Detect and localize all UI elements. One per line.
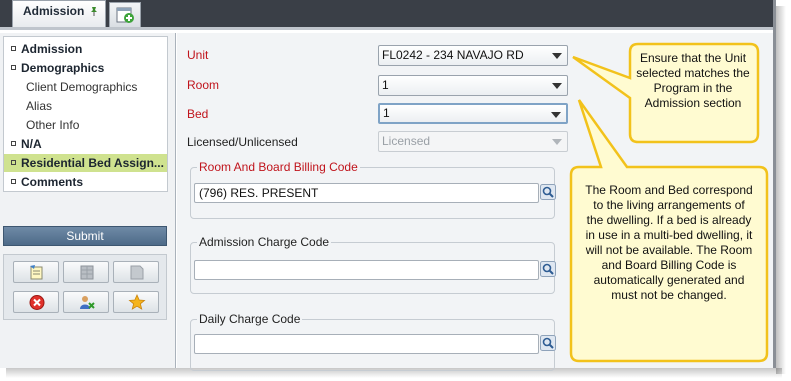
daily-charge-label: Daily Charge Code: [197, 312, 303, 326]
daily-charge-field[interactable]: [194, 334, 539, 354]
bullet-icon: [11, 179, 16, 185]
add-tab-icon: [116, 7, 134, 23]
left-panel: Admission Demographics Client Demographi…: [0, 33, 176, 368]
tab-admission[interactable]: Admission: [12, 0, 106, 27]
bed-value: 1: [383, 106, 390, 120]
bullet-icon: [11, 141, 16, 147]
submit-button[interactable]: Submit: [3, 226, 167, 246]
room-value: 1: [382, 78, 389, 92]
grid-button[interactable]: [63, 261, 109, 283]
search-icon[interactable]: [540, 184, 556, 200]
nav-item-residential-bed-assignment[interactable]: Residential Bed Assign...: [4, 154, 167, 172]
nav-item-label: Alias: [26, 99, 53, 113]
bed-label: Bed: [187, 107, 209, 121]
bed-callout-text: The Room and Bed correspond to the livin…: [585, 183, 753, 302]
nav-item-label: N/A: [21, 137, 42, 151]
daily-charge-group: Daily Charge Code: [190, 312, 556, 371]
licensed-label: Licensed/Unlicensed: [187, 135, 298, 149]
nav-item-na[interactable]: N/A: [4, 135, 167, 153]
nav-item-demographics[interactable]: Demographics: [4, 59, 167, 77]
users-icon: [80, 296, 95, 309]
nav-item-label: Other Info: [26, 118, 80, 132]
nav-item-label: Residential Bed Assign...: [21, 156, 164, 170]
licensed-value: Licensed: [382, 134, 431, 148]
action-toolbar: [3, 254, 167, 320]
section-nav: Admission Demographics Client Demographi…: [3, 36, 168, 192]
bullet-icon: [11, 65, 16, 71]
licensed-select[interactable]: Licensed: [378, 131, 568, 152]
admission-charge-group: Admission Charge Code: [190, 235, 556, 294]
nav-item-other-info[interactable]: Other Info: [4, 116, 167, 134]
nav-item-label: Client Demographics: [26, 80, 138, 94]
window-shadow-right: [776, 6, 786, 374]
search-icon[interactable]: [540, 335, 556, 351]
tab-bar: Admission: [0, 0, 773, 30]
nav-item-label: Comments: [21, 175, 84, 189]
note-icon: [30, 265, 43, 280]
pin-icon[interactable]: [89, 6, 99, 16]
nav-item-label: Admission: [21, 42, 83, 56]
room-board-label: Room And Board Billing Code: [197, 160, 360, 174]
search-icon[interactable]: [540, 261, 556, 277]
delete-button[interactable]: [13, 291, 59, 313]
bullet-icon: [11, 160, 16, 166]
favorite-button[interactable]: [113, 291, 159, 313]
unit-select[interactable]: FL0242 - 234 NAVAJO RD: [378, 45, 568, 66]
blank-icon: [130, 265, 144, 280]
room-select[interactable]: 1: [378, 75, 568, 96]
grid-icon: [80, 265, 94, 280]
tab-admission-label: Admission: [23, 4, 85, 18]
add-tab-button[interactable]: [109, 2, 141, 27]
users-button[interactable]: [63, 291, 109, 313]
blank-button[interactable]: [113, 261, 159, 283]
admission-charge-label: Admission Charge Code: [197, 235, 332, 249]
nav-item-label: Demographics: [21, 61, 105, 75]
delete-icon: [29, 295, 45, 310]
room-board-value: (796) RES. PRESENT: [199, 186, 319, 200]
room-label: Room: [187, 78, 220, 92]
nav-item-client-demographics[interactable]: Client Demographics: [4, 78, 167, 96]
admission-charge-field[interactable]: [194, 260, 539, 280]
room-board-field[interactable]: (796) RES. PRESENT: [194, 183, 539, 203]
unit-value: FL0242 - 234 NAVAJO RD: [382, 48, 524, 62]
nav-item-admission[interactable]: Admission: [4, 40, 167, 58]
room-board-group: Room And Board Billing Code (796) RES. P…: [190, 160, 556, 219]
notes-button[interactable]: [13, 261, 59, 283]
nav-item-comments[interactable]: Comments: [4, 173, 167, 191]
nav-item-alias[interactable]: Alias: [4, 97, 167, 115]
star-icon: [128, 294, 146, 310]
bullet-icon: [11, 46, 16, 52]
bed-select[interactable]: 1: [378, 103, 568, 124]
unit-label: Unit: [187, 48, 209, 62]
